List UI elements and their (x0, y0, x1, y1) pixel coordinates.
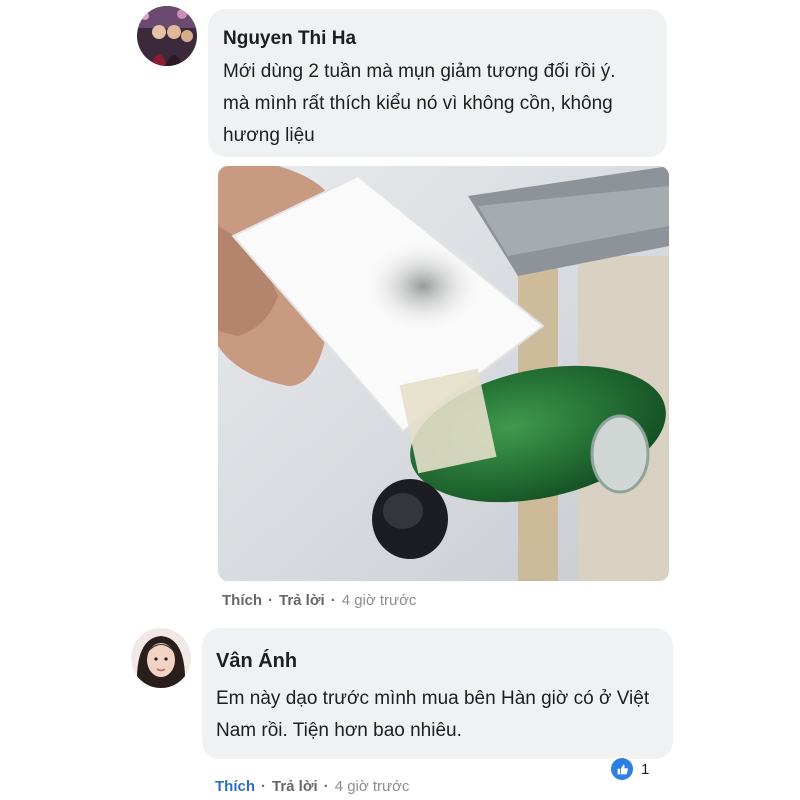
comment-text-2-line-1: Em này dạo trước mình mua bên Hàn giờ có… (216, 688, 650, 709)
reaction-count: 1 (641, 760, 650, 778)
comment-text-1-line-1: Mới dùng 2 tuần mà mụn giảm tương đối rồ… (223, 61, 616, 82)
reply-link-2[interactable]: Trả lời (272, 778, 318, 795)
comment-text-1: Mới dùng 2 tuần mà mụn giảm tương đối rồ… (223, 56, 616, 152)
like-link-2[interactable]: Thích (215, 778, 255, 795)
comment-author-1[interactable]: Nguyen Thi Ha (223, 28, 356, 50)
comment-text-1-line-2: mà mình rất thích kiểu nó vì không cồn, … (223, 93, 613, 114)
comment-text-2: Em này dạo trước mình mua bên Hàn giờ có… (216, 683, 649, 747)
timestamp-2[interactable]: 4 giờ trước (335, 778, 410, 795)
reaction-summary[interactable]: 1 (611, 758, 649, 780)
comment-text-1-line-3: hương liệu (223, 125, 315, 146)
separator-dot: · (323, 778, 329, 795)
timestamp-1[interactable]: 4 giờ trước (342, 592, 417, 609)
separator-dot: · (268, 592, 273, 609)
photo-toner-bottle-cotton-pad (218, 166, 669, 581)
comment-actions-1: Thích · Trả lời · 4 giờ trước (222, 592, 416, 609)
reply-link-1[interactable]: Trả lời (279, 592, 325, 609)
separator-dot: · (261, 778, 266, 795)
comment-text-2-line-2: Nam rồi. Tiện hơn bao nhiêu. (216, 720, 462, 741)
avatar-nguyen-thi-ha[interactable] (137, 6, 197, 66)
like-reaction-icon (611, 758, 633, 780)
comment-photo[interactable] (218, 166, 669, 581)
separator-dot: · (330, 592, 336, 609)
avatar-van-anh[interactable] (131, 628, 191, 688)
comment-author-2[interactable]: Vân Ánh (216, 650, 297, 673)
like-link-1[interactable]: Thích (222, 592, 262, 609)
comment-actions-2: Thích · Trả lời · 4 giờ trước (215, 778, 409, 795)
